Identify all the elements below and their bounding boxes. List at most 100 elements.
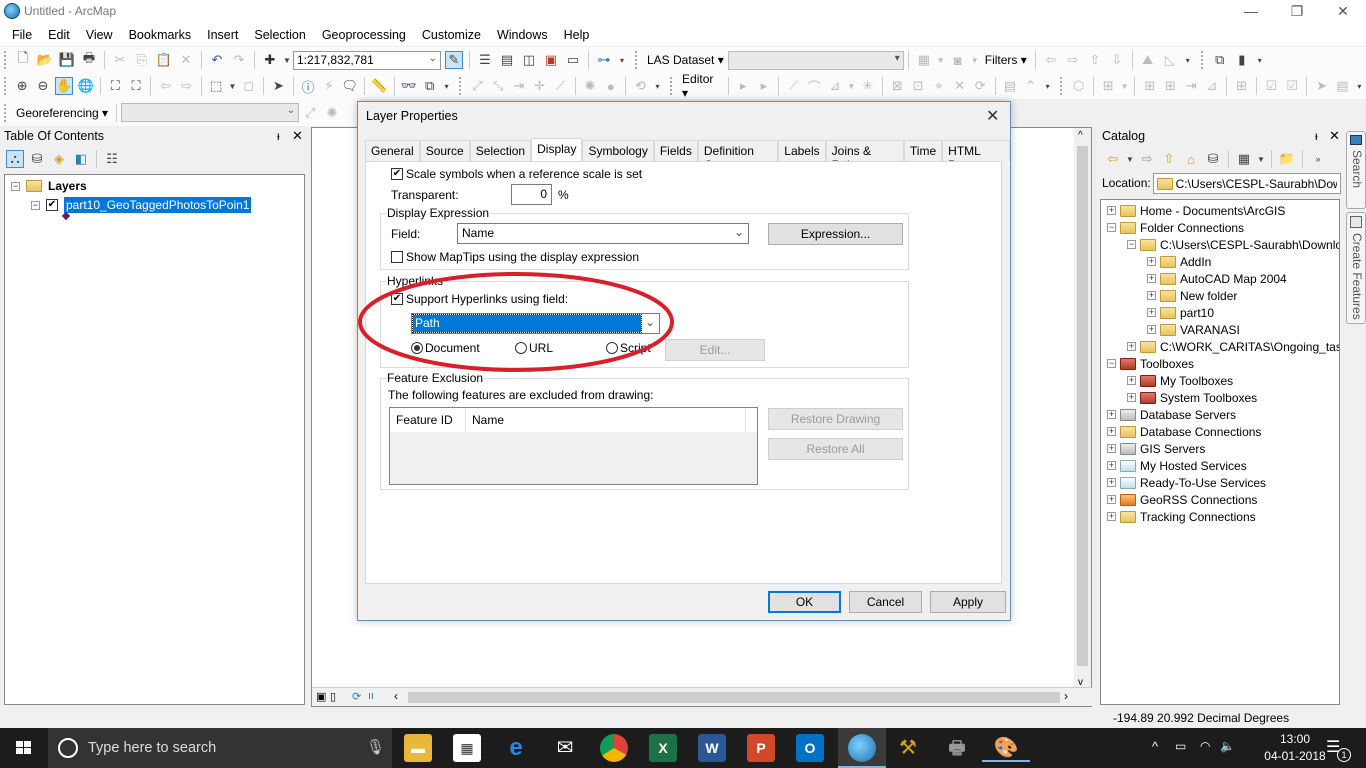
search-side-tab[interactable]: Search — [1346, 131, 1366, 209]
menu-customize[interactable]: Customize — [414, 28, 489, 42]
zoom-out-icon[interactable]: ⊖ — [35, 77, 52, 95]
copy-layers-icon[interactable]: ⧉ — [1211, 51, 1229, 69]
minimize-button[interactable]: — — [1228, 0, 1274, 24]
map-vertical-scrollbar[interactable]: ^ v — [1074, 128, 1091, 688]
search-window-icon[interactable]: ◫ — [520, 51, 538, 69]
las-dataset-combo[interactable]: ▾ — [727, 50, 904, 70]
3d-view-icon[interactable]: ◺ — [1161, 51, 1179, 69]
toolbar-grip[interactable] — [4, 103, 8, 122]
pin-icon[interactable]: ᵻ — [277, 129, 280, 143]
point-symbol-icon[interactable] — [61, 211, 71, 221]
data-view-icon[interactable]: ▣ — [316, 690, 326, 703]
toolbar-grip[interactable] — [4, 51, 8, 69]
validate-icon[interactable]: ☑ — [1263, 77, 1280, 95]
rotate-icon[interactable]: ⟲ — [632, 77, 649, 95]
arrow-right-icon[interactable]: ⇨ — [1064, 51, 1082, 69]
model-builder-icon[interactable]: ⊶ — [595, 51, 613, 69]
chevron-down-icon[interactable]: ▼ — [229, 77, 237, 95]
menu-insert[interactable]: Insert — [199, 28, 246, 42]
html-popup-icon[interactable]: 🗨 — [341, 77, 358, 95]
excluded-features-list[interactable]: Feature ID Name — [389, 407, 758, 485]
georeferencing-dropdown[interactable]: Georeferencing ▾ — [12, 106, 112, 120]
home-icon[interactable]: ⌂ — [1182, 150, 1200, 168]
topology-tool-icon[interactable]: ⊞ — [1162, 77, 1179, 95]
georef-tool-icon[interactable]: ⟋ — [552, 77, 569, 95]
editor-dropdown[interactable]: Editor ▾ — [678, 72, 724, 100]
construction-tools-icon[interactable]: ⊿ — [827, 77, 844, 95]
toolbar-options-icon[interactable]: ▾ — [1255, 51, 1265, 69]
expand-icon[interactable]: + — [1107, 206, 1116, 215]
attributes-icon[interactable]: ▤ — [1002, 77, 1019, 95]
redo-icon[interactable]: ↷ — [230, 51, 248, 69]
layer-visibility-checkbox[interactable]: ✔ — [46, 199, 58, 211]
straight-segment-icon[interactable]: ⟋ — [785, 77, 802, 95]
back-arrow-icon[interactable]: ⇦ — [1104, 150, 1122, 168]
cancel-button[interactable]: Cancel — [849, 591, 922, 613]
chevron-down-icon[interactable]: ▼ — [937, 51, 945, 69]
catalog-item[interactable]: − C:\Users\CESPL-Saurabh\Downlo — [1127, 236, 1339, 253]
close-icon[interactable]: ✕ — [1329, 128, 1340, 144]
chevron-down-icon[interactable]: ▼ — [971, 51, 979, 69]
georef-tool-icon[interactable]: ⤢ — [469, 77, 486, 95]
expand-icon[interactable]: + — [1127, 376, 1136, 385]
add-control-points-icon[interactable]: ⤢ — [301, 104, 319, 122]
word-icon[interactable]: W — [698, 734, 726, 762]
arrow-up-icon[interactable]: ⇧ — [1086, 51, 1104, 69]
editor-toolbar-icon[interactable]: ✎ — [445, 51, 463, 69]
catalog-item[interactable]: + AddIn — [1147, 253, 1211, 270]
scrollbar-thumb[interactable] — [1077, 146, 1088, 666]
reshape-icon[interactable]: ⊡ — [910, 77, 927, 95]
fixed-zoom-out-icon[interactable]: ⛶ — [128, 77, 145, 95]
identify-info-icon[interactable]: ⓘ — [300, 77, 317, 95]
topology-tool-icon[interactable]: ⇥ — [1183, 77, 1200, 95]
expand-icon[interactable]: + — [1147, 325, 1156, 334]
georef-tool-icon[interactable]: ⇥ — [511, 77, 528, 95]
tab-definition-query[interactable]: Definition Query — [697, 140, 779, 172]
expand-icon[interactable]: + — [1107, 410, 1116, 419]
close-window-button[interactable]: ✕ — [1320, 0, 1366, 24]
new-folder-icon[interactable]: 📁 — [1278, 150, 1296, 168]
excel-icon[interactable]: X — [649, 734, 677, 762]
dialog-close-button[interactable]: ✕ — [986, 106, 999, 126]
python-window-icon[interactable]: ▭ — [564, 51, 582, 69]
toolbar-options-icon[interactable]: ▾ — [653, 77, 662, 95]
menu-view[interactable]: View — [78, 28, 121, 42]
catalog-item[interactable]: + Home - Documents\ArcGIS — [1107, 202, 1285, 219]
arrow-down-icon[interactable]: ⇩ — [1108, 51, 1126, 69]
maptips-checkbox[interactable] — [391, 251, 403, 263]
expand-icon[interactable]: + — [1147, 257, 1156, 266]
catalog-item[interactable]: + Tracking Connections — [1107, 508, 1256, 525]
collapse-icon[interactable]: − — [1107, 359, 1116, 368]
tab-joins-relates[interactable]: Joins & Relates — [825, 140, 904, 172]
restore-button[interactable]: ❐ — [1274, 0, 1320, 24]
chevron-down-icon[interactable]: ▼ — [283, 51, 291, 69]
maptips-row[interactable]: Show MapTips using the display expressio… — [391, 250, 639, 264]
catalog-item[interactable]: + GIS Servers — [1107, 440, 1205, 457]
topology-edit-icon[interactable]: ⊞ — [1100, 77, 1117, 95]
volume-muted-icon[interactable]: 🔈 — [1220, 739, 1235, 753]
catalog-item[interactable]: + My Toolboxes — [1127, 372, 1233, 389]
catalog-window-icon[interactable]: ▤ — [498, 51, 516, 69]
expand-icon[interactable]: + — [1147, 308, 1156, 317]
scroll-left-icon[interactable]: ‹ — [394, 689, 398, 703]
catalog-item[interactable]: + My Hosted Services — [1107, 457, 1247, 474]
battery-icon[interactable]: ▭ — [1175, 739, 1186, 753]
taskbar-search-box[interactable]: Type here to search 🎙 — [48, 728, 392, 768]
sketch-properties-icon[interactable]: ⌃ — [1022, 77, 1039, 95]
collapse-icon[interactable]: − — [31, 200, 40, 210]
map-scale-combo[interactable]: 1:217,832,781 ⌄ — [293, 50, 441, 70]
scroll-up-icon[interactable]: ^ — [1078, 130, 1083, 141]
split-icon[interactable]: ✕ — [951, 77, 968, 95]
arcmap-taskbar-button[interactable] — [838, 728, 886, 768]
menu-file[interactable]: File — [4, 28, 40, 42]
catalog-item[interactable]: + New folder — [1147, 287, 1237, 304]
apply-button[interactable]: Apply — [930, 591, 1006, 613]
expand-icon[interactable]: + — [1147, 274, 1156, 283]
toolbar-options-icon[interactable]: ▾ — [442, 77, 451, 95]
expand-icon[interactable]: + — [1107, 461, 1116, 470]
pan-hand-icon[interactable]: ✋ — [55, 77, 74, 95]
scale-symbols-row[interactable]: ✔ Scale symbols when a reference scale i… — [391, 167, 642, 181]
scroll-right-icon[interactable]: › — [1064, 689, 1068, 703]
microphone-icon[interactable]: 🎙 — [366, 738, 385, 756]
hyperlink-lightning-icon[interactable]: ⚡ — [320, 77, 337, 95]
